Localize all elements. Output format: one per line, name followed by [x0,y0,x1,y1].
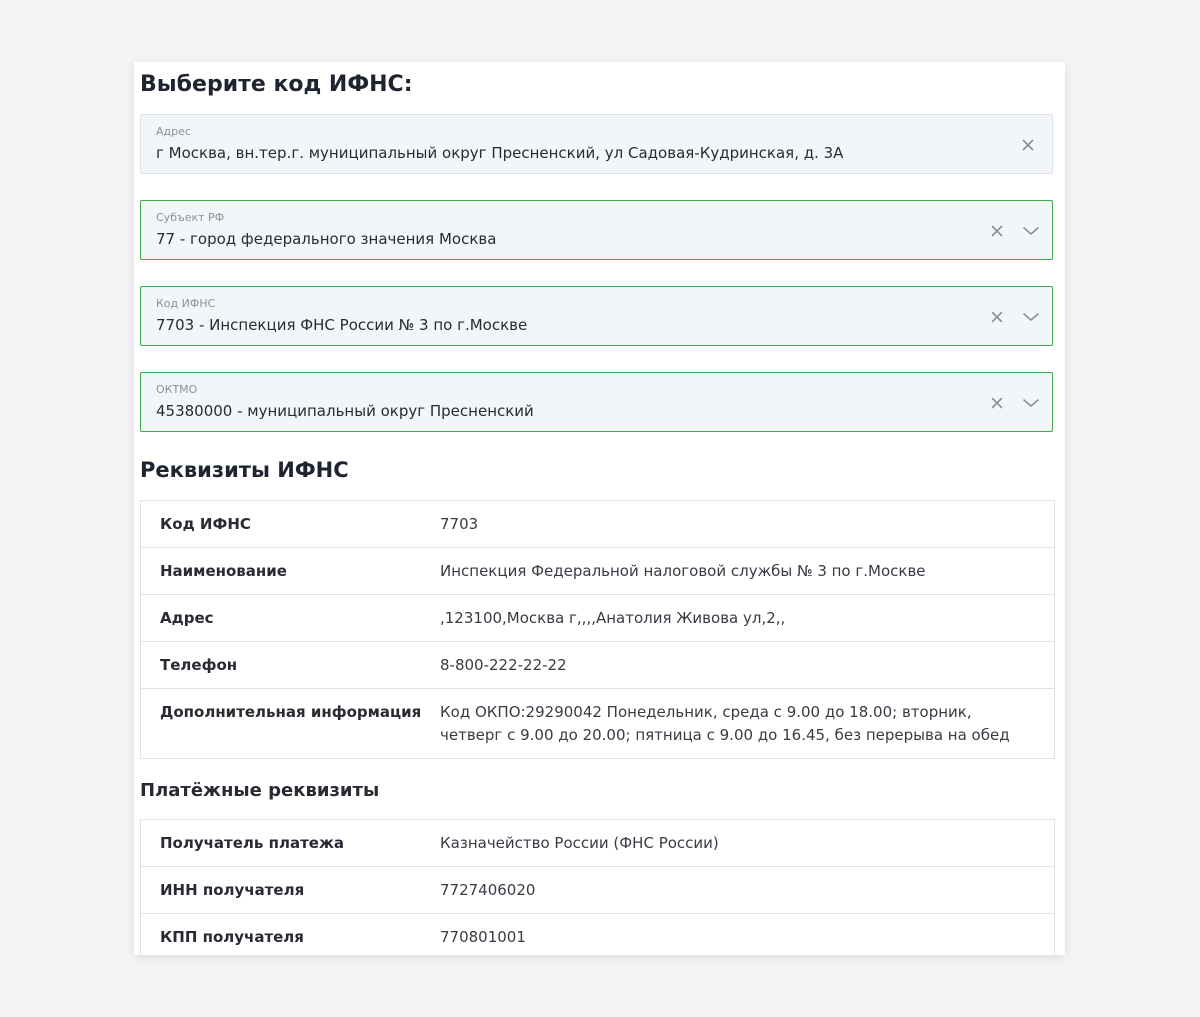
close-icon[interactable] [989,395,1005,411]
table-row-key: КПП получателя [160,928,304,946]
ifns-card: Выберите код ИФНС: Адрес г Москва, вн.те… [134,62,1065,955]
requisites-table: Код ИФНС 7703 Наименование Инспекция Фед… [140,500,1055,759]
table-row-value: Инспекция Федеральной налоговой службы №… [440,562,926,580]
table-row-value: 8-800-222-22-22 [440,656,567,674]
payment-table: Получатель платежа Казначейство России (… [140,819,1055,955]
ifns-code-select-label: Код ИФНС [156,297,216,310]
table-row: КПП получателя 770801001 [141,914,1054,955]
table-row-key: Адрес [160,609,214,627]
table-row-value: 770801001 [440,928,526,946]
table-row: ИНН получателя 7727406020 [141,867,1054,914]
payment-title: Платёжные реквизиты [140,780,380,801]
table-row-key: Дополнительная информация [160,703,422,721]
table-row-value: 7703 [440,515,479,533]
table-row-value: Казначейство России (ФНС России) [440,834,719,852]
close-icon[interactable] [989,309,1005,325]
address-field[interactable]: Адрес г Москва, вн.тер.г. муниципальный … [140,114,1053,174]
region-select-value: 77 - город федерального значения Москва [156,230,497,248]
chevron-down-icon[interactable] [1022,309,1040,325]
chevron-down-icon[interactable] [1022,395,1040,411]
table-row-value: ,123100,Москва г,,,,Анатолия Живова ул,2… [440,609,786,627]
close-icon[interactable] [1020,137,1036,153]
ifns-code-select-value: 7703 - Инспекция ФНС России № 3 по г.Мос… [156,316,528,334]
close-icon[interactable] [989,223,1005,239]
table-row-key: Получатель платежа [160,834,344,852]
table-row-key: Телефон [160,656,238,674]
ifns-code-select[interactable]: Код ИФНС 7703 - Инспекция ФНС России № 3… [140,286,1053,346]
table-row-value: Код ОКПО:29290042 Понедельник, среда с 9… [440,703,1010,744]
address-field-label: Адрес [156,125,191,138]
table-row: Получатель платежа Казначейство России (… [141,820,1054,867]
table-row-key: Наименование [160,562,287,580]
chevron-down-icon[interactable] [1022,223,1040,239]
oktmo-select[interactable]: ОКТМО 45380000 - муниципальный округ Пре… [140,372,1053,432]
oktmo-select-label: ОКТМО [156,383,198,396]
page-title: Выберите код ИФНС: [140,72,413,97]
region-select-label: Субъект РФ [156,211,225,224]
table-row: Телефон 8-800-222-22-22 [141,642,1054,689]
oktmo-select-value: 45380000 - муниципальный округ Пресненск… [156,402,534,420]
requisites-title: Реквизиты ИФНС [140,458,349,482]
table-row: Дополнительная информация Код ОКПО:29290… [141,689,1054,758]
table-row-key: ИНН получателя [160,881,305,899]
table-row: Наименование Инспекция Федеральной налог… [141,548,1054,595]
address-field-value: г Москва, вн.тер.г. муниципальный округ … [156,144,844,162]
region-select[interactable]: Субъект РФ 77 - город федерального значе… [140,200,1053,260]
table-row: Код ИФНС 7703 [141,501,1054,548]
table-row: Адрес ,123100,Москва г,,,,Анатолия Живов… [141,595,1054,642]
table-row-key: Код ИФНС [160,515,251,533]
table-row-value: 7727406020 [440,881,536,899]
